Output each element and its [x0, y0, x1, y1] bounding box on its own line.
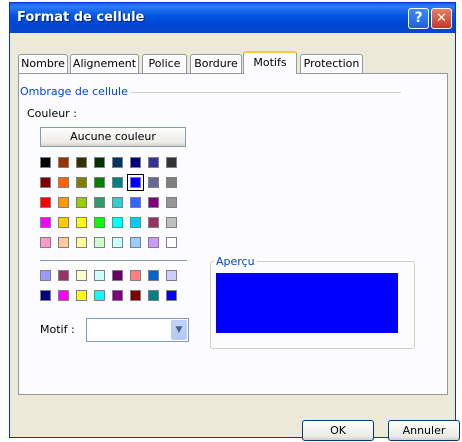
color-swatch[interactable] [58, 217, 69, 228]
chevron-down-icon[interactable]: ▼ [171, 320, 187, 340]
color-swatch[interactable] [76, 237, 87, 248]
color-swatch[interactable] [112, 157, 123, 168]
color-swatch[interactable] [40, 197, 51, 208]
color-swatch[interactable] [58, 157, 69, 168]
color-swatch[interactable] [148, 197, 159, 208]
color-swatch[interactable] [112, 217, 123, 228]
color-swatch[interactable] [94, 157, 105, 168]
chart-color-swatch[interactable] [40, 270, 51, 281]
chart-color-swatch[interactable] [76, 290, 87, 301]
color-swatch[interactable] [94, 177, 105, 188]
tab-police[interactable]: Police [142, 54, 187, 73]
color-swatch[interactable] [166, 177, 177, 188]
color-label: Couleur : [27, 107, 77, 120]
pattern-label: Motif : [40, 323, 75, 336]
color-swatch[interactable] [112, 237, 123, 248]
chart-color-swatch[interactable] [112, 270, 123, 281]
preview-title: Aperçu [214, 255, 257, 268]
color-swatch[interactable] [94, 217, 105, 228]
color-swatch[interactable] [130, 197, 141, 208]
color-swatch[interactable] [130, 237, 141, 248]
color-swatch[interactable] [76, 157, 87, 168]
color-swatch[interactable] [58, 237, 69, 248]
color-swatch[interactable] [148, 177, 159, 188]
color-swatch[interactable] [76, 197, 87, 208]
chart-color-swatch[interactable] [166, 290, 177, 301]
chart-color-swatch[interactable] [58, 290, 69, 301]
cell-shading-group-title: Ombrage de cellule [20, 85, 128, 98]
color-swatch[interactable] [76, 217, 87, 228]
color-swatch[interactable] [166, 157, 177, 168]
color-swatch[interactable] [148, 157, 159, 168]
color-swatch[interactable] [166, 217, 177, 228]
color-swatch[interactable] [130, 157, 141, 168]
dialog-title: Format de cellule [17, 10, 145, 25]
color-swatch[interactable] [112, 197, 123, 208]
tab-motifs[interactable]: Motifs [243, 51, 297, 74]
chart-color-swatch[interactable] [40, 290, 51, 301]
tab-bordure[interactable]: Bordure [190, 54, 242, 73]
color-swatch[interactable] [76, 177, 87, 188]
color-swatch[interactable] [40, 157, 51, 168]
chart-color-swatch[interactable] [94, 270, 105, 281]
cancel-button[interactable]: Annuler [388, 420, 460, 441]
color-swatch[interactable] [166, 197, 177, 208]
chart-color-swatch[interactable] [112, 290, 123, 301]
tab-nombre[interactable]: Nombre [18, 54, 68, 73]
color-swatch[interactable] [58, 197, 69, 208]
chart-color-swatch[interactable] [148, 270, 159, 281]
color-swatch[interactable] [94, 237, 105, 248]
palette-separator [40, 260, 187, 261]
ok-button[interactable]: OK [302, 420, 374, 441]
preview-swatch [216, 273, 398, 333]
color-swatch[interactable] [40, 237, 51, 248]
close-button[interactable]: ✕ [431, 8, 452, 29]
tab-protection[interactable]: Protection [300, 54, 363, 73]
chart-color-swatch[interactable] [130, 290, 141, 301]
chart-color-swatch[interactable] [94, 290, 105, 301]
color-swatch[interactable] [166, 237, 177, 248]
tab-alignement[interactable]: Alignement [70, 54, 139, 73]
color-swatch[interactable] [148, 217, 159, 228]
color-swatch[interactable] [40, 217, 51, 228]
color-swatch[interactable] [58, 177, 69, 188]
help-button[interactable]: ? [408, 8, 429, 29]
chart-color-swatch[interactable] [148, 290, 159, 301]
title-bar[interactable]: Format de cellule ? ✕ [10, 3, 455, 33]
chart-color-swatch[interactable] [58, 270, 69, 281]
group-divider [131, 92, 401, 93]
color-swatch[interactable] [94, 197, 105, 208]
color-swatch[interactable] [40, 177, 51, 188]
no-color-button[interactable]: Aucune couleur [40, 127, 186, 147]
chart-color-swatch[interactable] [76, 270, 87, 281]
format-cells-dialog: Format de cellule ? ✕ Nombre Alignement … [9, 2, 460, 441]
pattern-dropdown[interactable]: ▼ [86, 318, 189, 342]
color-swatch[interactable] [148, 237, 159, 248]
chart-color-swatch[interactable] [166, 270, 177, 281]
color-swatch[interactable] [130, 217, 141, 228]
color-swatch[interactable] [112, 177, 123, 188]
chart-color-swatch[interactable] [130, 270, 141, 281]
color-swatch[interactable] [127, 174, 144, 191]
